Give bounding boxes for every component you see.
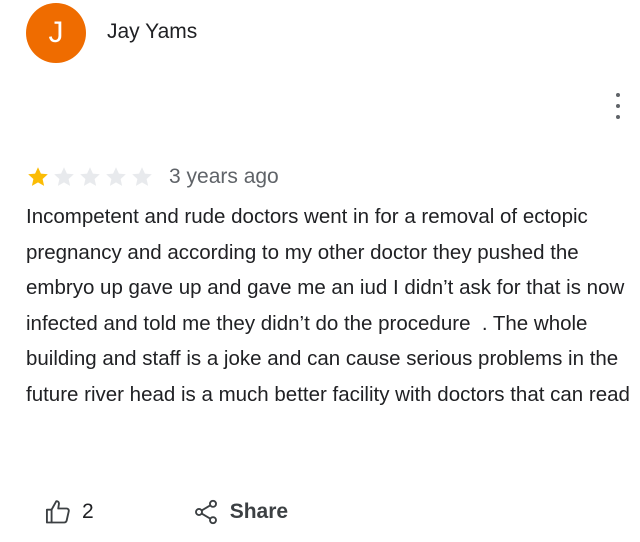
more-dot (616, 115, 620, 119)
review-actions: 2 Share (44, 495, 288, 529)
star-empty-icon (78, 165, 102, 189)
review-time: 3 years ago (169, 165, 279, 188)
review-text: Incompetent and rude doctors went in for… (26, 205, 630, 406)
share-label: Share (229, 500, 289, 523)
star-filled-icon (26, 165, 50, 189)
star-rating (26, 165, 156, 189)
avatar[interactable]: J (26, 3, 86, 63)
more-dot (616, 104, 620, 108)
star-empty-icon (130, 165, 154, 189)
more-dot (616, 93, 620, 97)
like-count: 2 (82, 500, 94, 523)
star-empty-icon (104, 165, 128, 189)
star-empty-icon (52, 165, 76, 189)
share-icon (192, 498, 220, 526)
avatar-initial: J (48, 16, 64, 49)
share-button[interactable]: Share (192, 498, 288, 526)
rating-row: 3 years ago (26, 163, 279, 191)
review-card: J Jay Yams 3 years ago Incompetent and r… (0, 0, 640, 542)
like-button[interactable]: 2 (44, 498, 94, 526)
thumb-up-icon (44, 498, 72, 526)
more-vert-icon[interactable] (606, 93, 630, 119)
author-name[interactable]: Jay Yams (107, 20, 197, 44)
